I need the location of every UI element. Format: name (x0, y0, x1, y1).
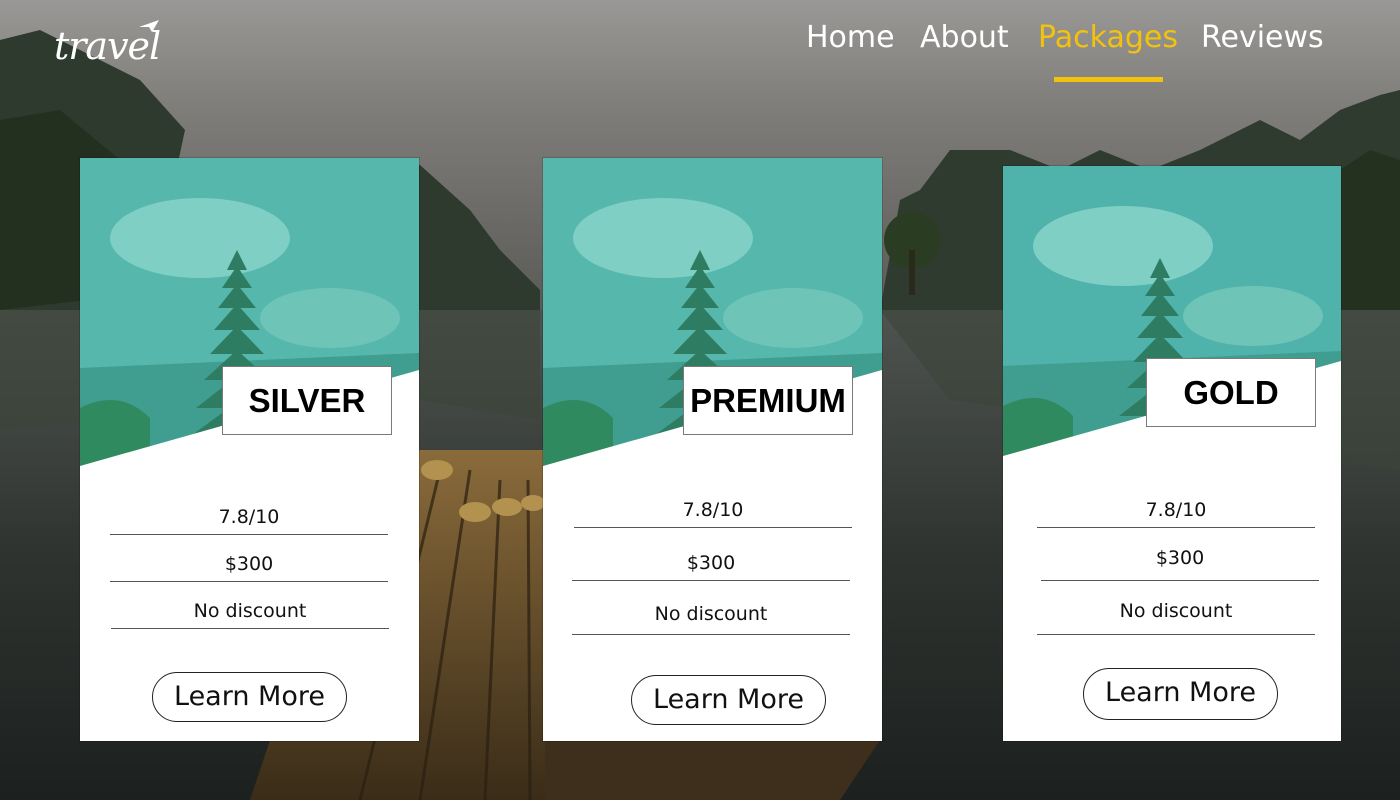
price-row: $300 (110, 547, 388, 582)
package-card-gold: GOLD 7.8/10 $300 No discount Learn More (1003, 166, 1341, 741)
nav-reviews-link[interactable]: Reviews (1201, 18, 1324, 58)
nav-home-link[interactable]: Home (806, 18, 895, 58)
learn-more-button[interactable]: Learn More (152, 672, 347, 722)
package-card-silver: SILVER 7.8/10 $300 No discount Learn Mor… (80, 158, 419, 741)
rating-row: 7.8/10 (1037, 493, 1315, 528)
price-row: $300 (1041, 541, 1319, 581)
travel-logo[interactable]: travel (52, 18, 164, 74)
nav-about-link[interactable]: About (920, 18, 1009, 58)
rating-row: 7.8/10 (574, 493, 852, 528)
plane-icon (139, 20, 159, 32)
price-row: $300 (572, 546, 850, 581)
learn-more-button[interactable]: Learn More (631, 675, 826, 725)
tier-label: SILVER (222, 366, 392, 435)
nav-packages-link[interactable]: Packages (1038, 18, 1178, 58)
tier-label: PREMIUM (683, 366, 853, 435)
package-card-premium: PREMIUM 7.8/10 $300 No discount Learn Mo… (543, 158, 882, 741)
learn-more-button[interactable]: Learn More (1083, 668, 1278, 720)
discount-row: No discount (1037, 594, 1315, 635)
main-nav: Home About Packages Reviews (806, 18, 1346, 88)
discount-row: No discount (111, 594, 389, 629)
discount-row: No discount (572, 597, 850, 635)
rating-row: 7.8/10 (110, 500, 388, 535)
nav-active-underline (1054, 77, 1163, 82)
tier-label: GOLD (1146, 358, 1316, 427)
